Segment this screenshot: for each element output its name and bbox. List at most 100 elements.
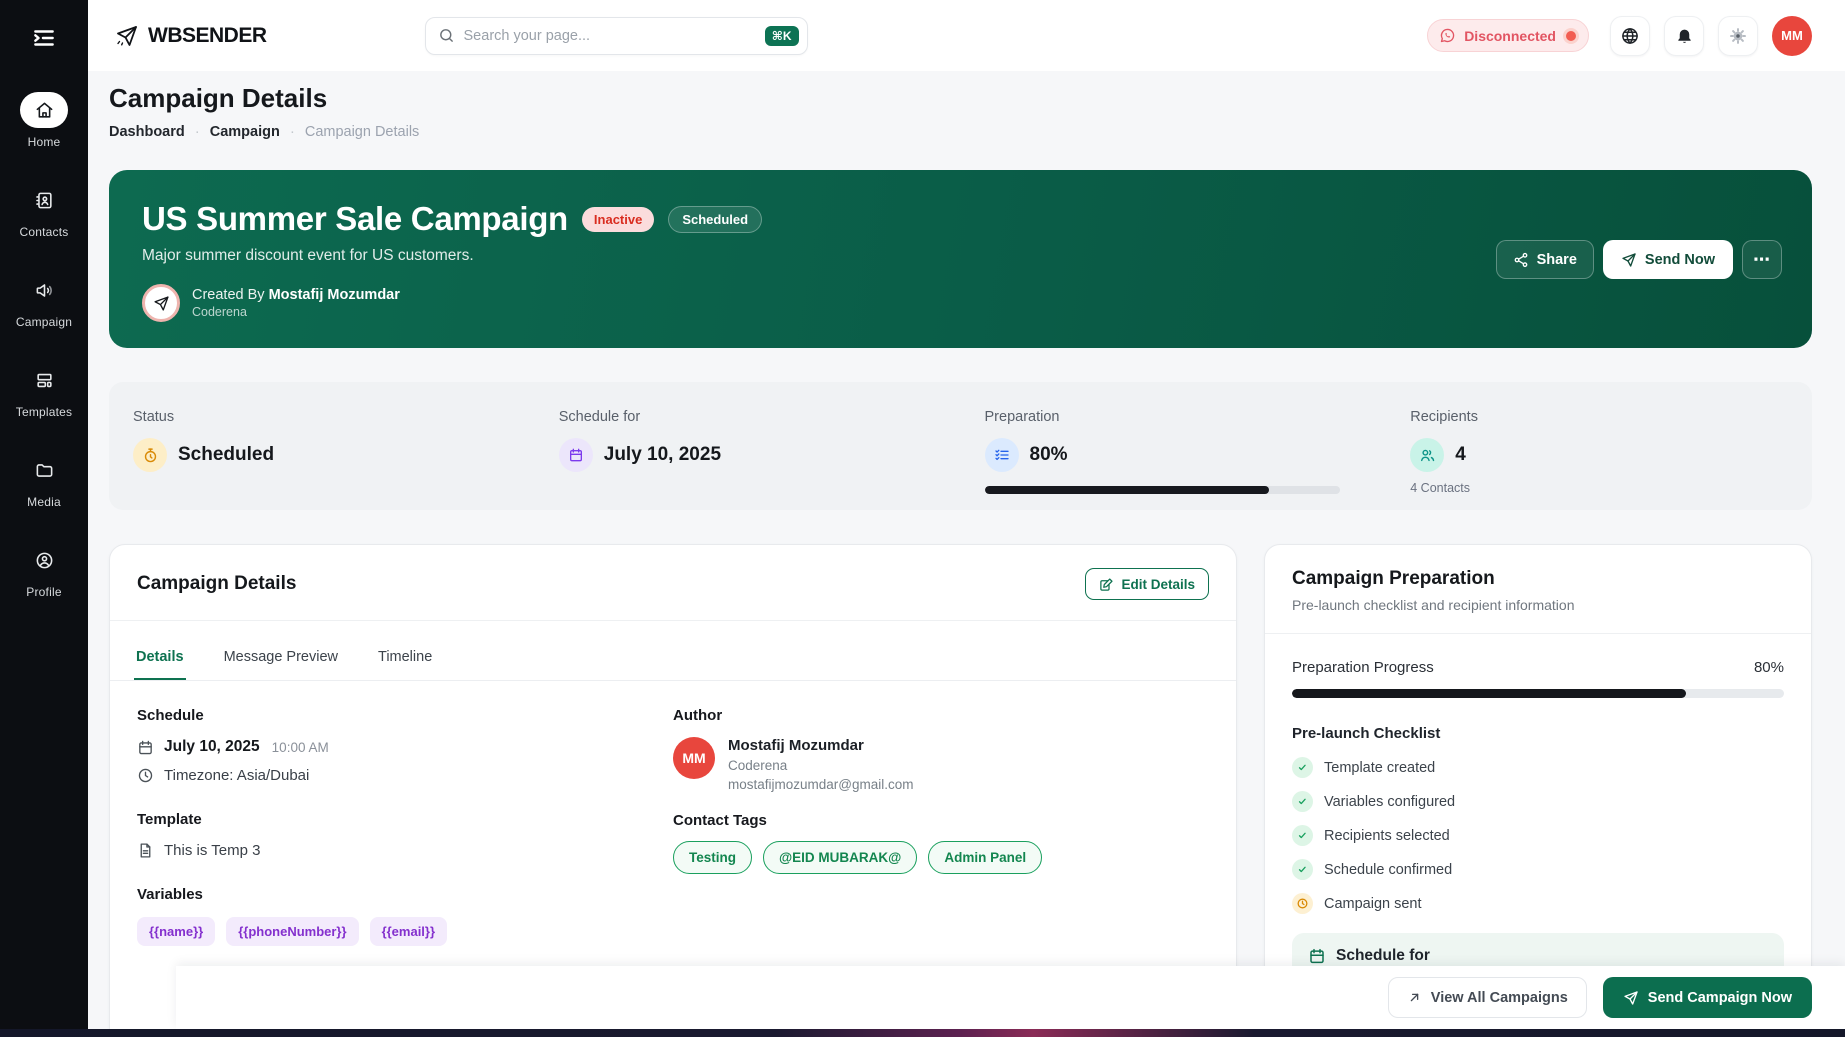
stat-preparation: Preparation 80% [961, 409, 1387, 510]
send-campaign-now-label: Send Campaign Now [1648, 990, 1792, 1006]
template-name: This is Temp 3 [164, 842, 260, 859]
megaphone-icon [20, 272, 68, 308]
sidebar-item-templates[interactable]: Templates [16, 362, 73, 419]
variable-pill: {{name}} [137, 917, 215, 946]
view-all-campaigns-label: View All Campaigns [1431, 990, 1568, 1006]
checklist-label: Template created [1324, 760, 1435, 776]
tab-message-preview[interactable]: Message Preview [222, 639, 340, 680]
share-button[interactable]: Share [1496, 240, 1594, 279]
globe-icon [1620, 26, 1640, 46]
recipients-sub-label: 4 Contacts [1410, 481, 1812, 495]
app-logo[interactable]: WBSENDER [115, 24, 267, 48]
checklist-item: Variables configured [1292, 791, 1784, 812]
author-heading: Author [673, 707, 1209, 724]
edit-details-button[interactable]: Edit Details [1085, 568, 1209, 600]
stat-value: 80% [1030, 444, 1068, 466]
sidebar-item-label: Templates [16, 405, 73, 419]
campaign-stats-row: Status Scheduled Schedule for Jul [109, 382, 1812, 510]
preparation-progress-fill [985, 486, 1269, 494]
created-by-label: Created By [192, 287, 265, 303]
logo-text: WBSENDER [148, 24, 267, 48]
contact-tag: @EID MUBARAK@ [763, 841, 917, 874]
home-icon [20, 92, 68, 128]
stat-schedule: Schedule for July 10, 2025 [535, 409, 961, 510]
pending-clock-icon [1292, 893, 1313, 914]
view-all-campaigns-button[interactable]: View All Campaigns [1388, 977, 1587, 1018]
settings-button[interactable] [1718, 16, 1758, 56]
file-icon [137, 842, 154, 859]
timezone-value: Timezone: Asia/Dubai [164, 767, 309, 784]
paper-plane-icon [1621, 252, 1637, 268]
paper-plane-icon [153, 295, 170, 312]
pencil-icon [1099, 577, 1114, 592]
campaign-preparation-card: Campaign Preparation Pre-launch checklis… [1264, 544, 1812, 1037]
sidebar-item-campaign[interactable]: Campaign [16, 272, 72, 329]
author-block: MM Mostafij Mozumdar Coderena mostafijmo… [673, 737, 1209, 792]
preparation-progress-fill [1292, 689, 1686, 698]
paper-plane-logo-icon [115, 24, 139, 48]
sidebar-item-home[interactable]: Home [20, 92, 68, 149]
language-button[interactable] [1610, 16, 1650, 56]
checklist-item: Template created [1292, 757, 1784, 778]
sidebar-item-contacts[interactable]: Contacts [20, 182, 69, 239]
checklist-label: Campaign sent [1324, 896, 1422, 912]
window-bottom-strip [0, 1029, 1845, 1037]
prelaunch-checklist: Template created Variables configured Re… [1292, 757, 1784, 914]
stat-label: Preparation [985, 409, 1387, 425]
campaign-title: US Summer Sale Campaign [142, 200, 568, 238]
breadcrumb-separator: · [290, 123, 295, 140]
checklist-label: Recipients selected [1324, 828, 1450, 844]
campaign-details-card: Campaign Details Edit Details Details Me… [109, 544, 1237, 1037]
variable-pill: {{email}} [370, 917, 447, 946]
connection-status-badge[interactable]: Disconnected [1427, 19, 1589, 52]
send-now-button[interactable]: Send Now [1603, 240, 1733, 279]
bell-icon [1675, 26, 1694, 45]
topbar-actions: Disconnected MM [1427, 16, 1812, 56]
breadcrumb-dashboard[interactable]: Dashboard [109, 124, 185, 140]
details-left-column: Schedule July 10, 2025 10:00 AM [137, 707, 673, 946]
notifications-button[interactable] [1664, 16, 1704, 56]
global-search[interactable]: ⌘K [425, 17, 808, 55]
preparation-card-subtitle: Pre-launch checklist and recipient infor… [1292, 597, 1784, 613]
author-name: Mostafij Mozumdar [728, 737, 914, 754]
contacts-icon [20, 182, 68, 218]
gear-icon [1728, 26, 1748, 46]
calendar-icon [1308, 947, 1326, 965]
checklist-item: Campaign sent [1292, 893, 1784, 914]
tab-details[interactable]: Details [134, 639, 186, 680]
variables-list: {{name}} {{phoneNumber}} {{email}} [137, 917, 673, 946]
sidebar-collapse-button[interactable] [22, 18, 66, 58]
send-now-label: Send Now [1645, 252, 1715, 268]
send-campaign-now-button[interactable]: Send Campaign Now [1603, 977, 1812, 1018]
checklist-item: Recipients selected [1292, 825, 1784, 846]
stat-recipients: Recipients 4 4 Contacts [1386, 409, 1812, 510]
variables-heading: Variables [137, 886, 673, 903]
sidebar-item-media[interactable]: Media [20, 452, 68, 509]
user-avatar[interactable]: MM [1772, 16, 1812, 56]
sidebar-item-label: Media [27, 495, 61, 509]
stat-label: Recipients [1410, 409, 1812, 425]
app-root: Home Contacts Campaign Templates Media [0, 0, 1845, 1037]
contact-tags-heading: Contact Tags [673, 812, 1209, 829]
collapse-menu-icon [31, 25, 57, 51]
search-input[interactable] [464, 28, 765, 44]
schedule-heading: Schedule [137, 707, 673, 724]
schedule-date: July 10, 2025 [164, 738, 260, 756]
whatsapp-icon [1439, 27, 1456, 44]
search-icon [438, 27, 455, 44]
more-options-button[interactable]: ⋯ [1742, 240, 1782, 279]
check-circle-icon [1292, 825, 1313, 846]
inactive-badge: Inactive [582, 207, 654, 232]
ellipsis-icon: ⋯ [1753, 250, 1771, 270]
stat-value: Scheduled [178, 444, 274, 466]
user-circle-icon [20, 542, 68, 578]
preparation-progress-bar [1292, 689, 1784, 698]
sidebar-item-profile[interactable]: Profile [20, 542, 68, 599]
breadcrumb-campaign[interactable]: Campaign [210, 124, 280, 140]
progress-value: 80% [1754, 659, 1784, 676]
stopwatch-icon [133, 438, 167, 472]
details-card-title: Campaign Details [137, 573, 296, 595]
tab-timeline[interactable]: Timeline [376, 639, 434, 680]
created-by-org: Coderena [192, 305, 400, 319]
contact-tag: Admin Panel [928, 841, 1042, 874]
